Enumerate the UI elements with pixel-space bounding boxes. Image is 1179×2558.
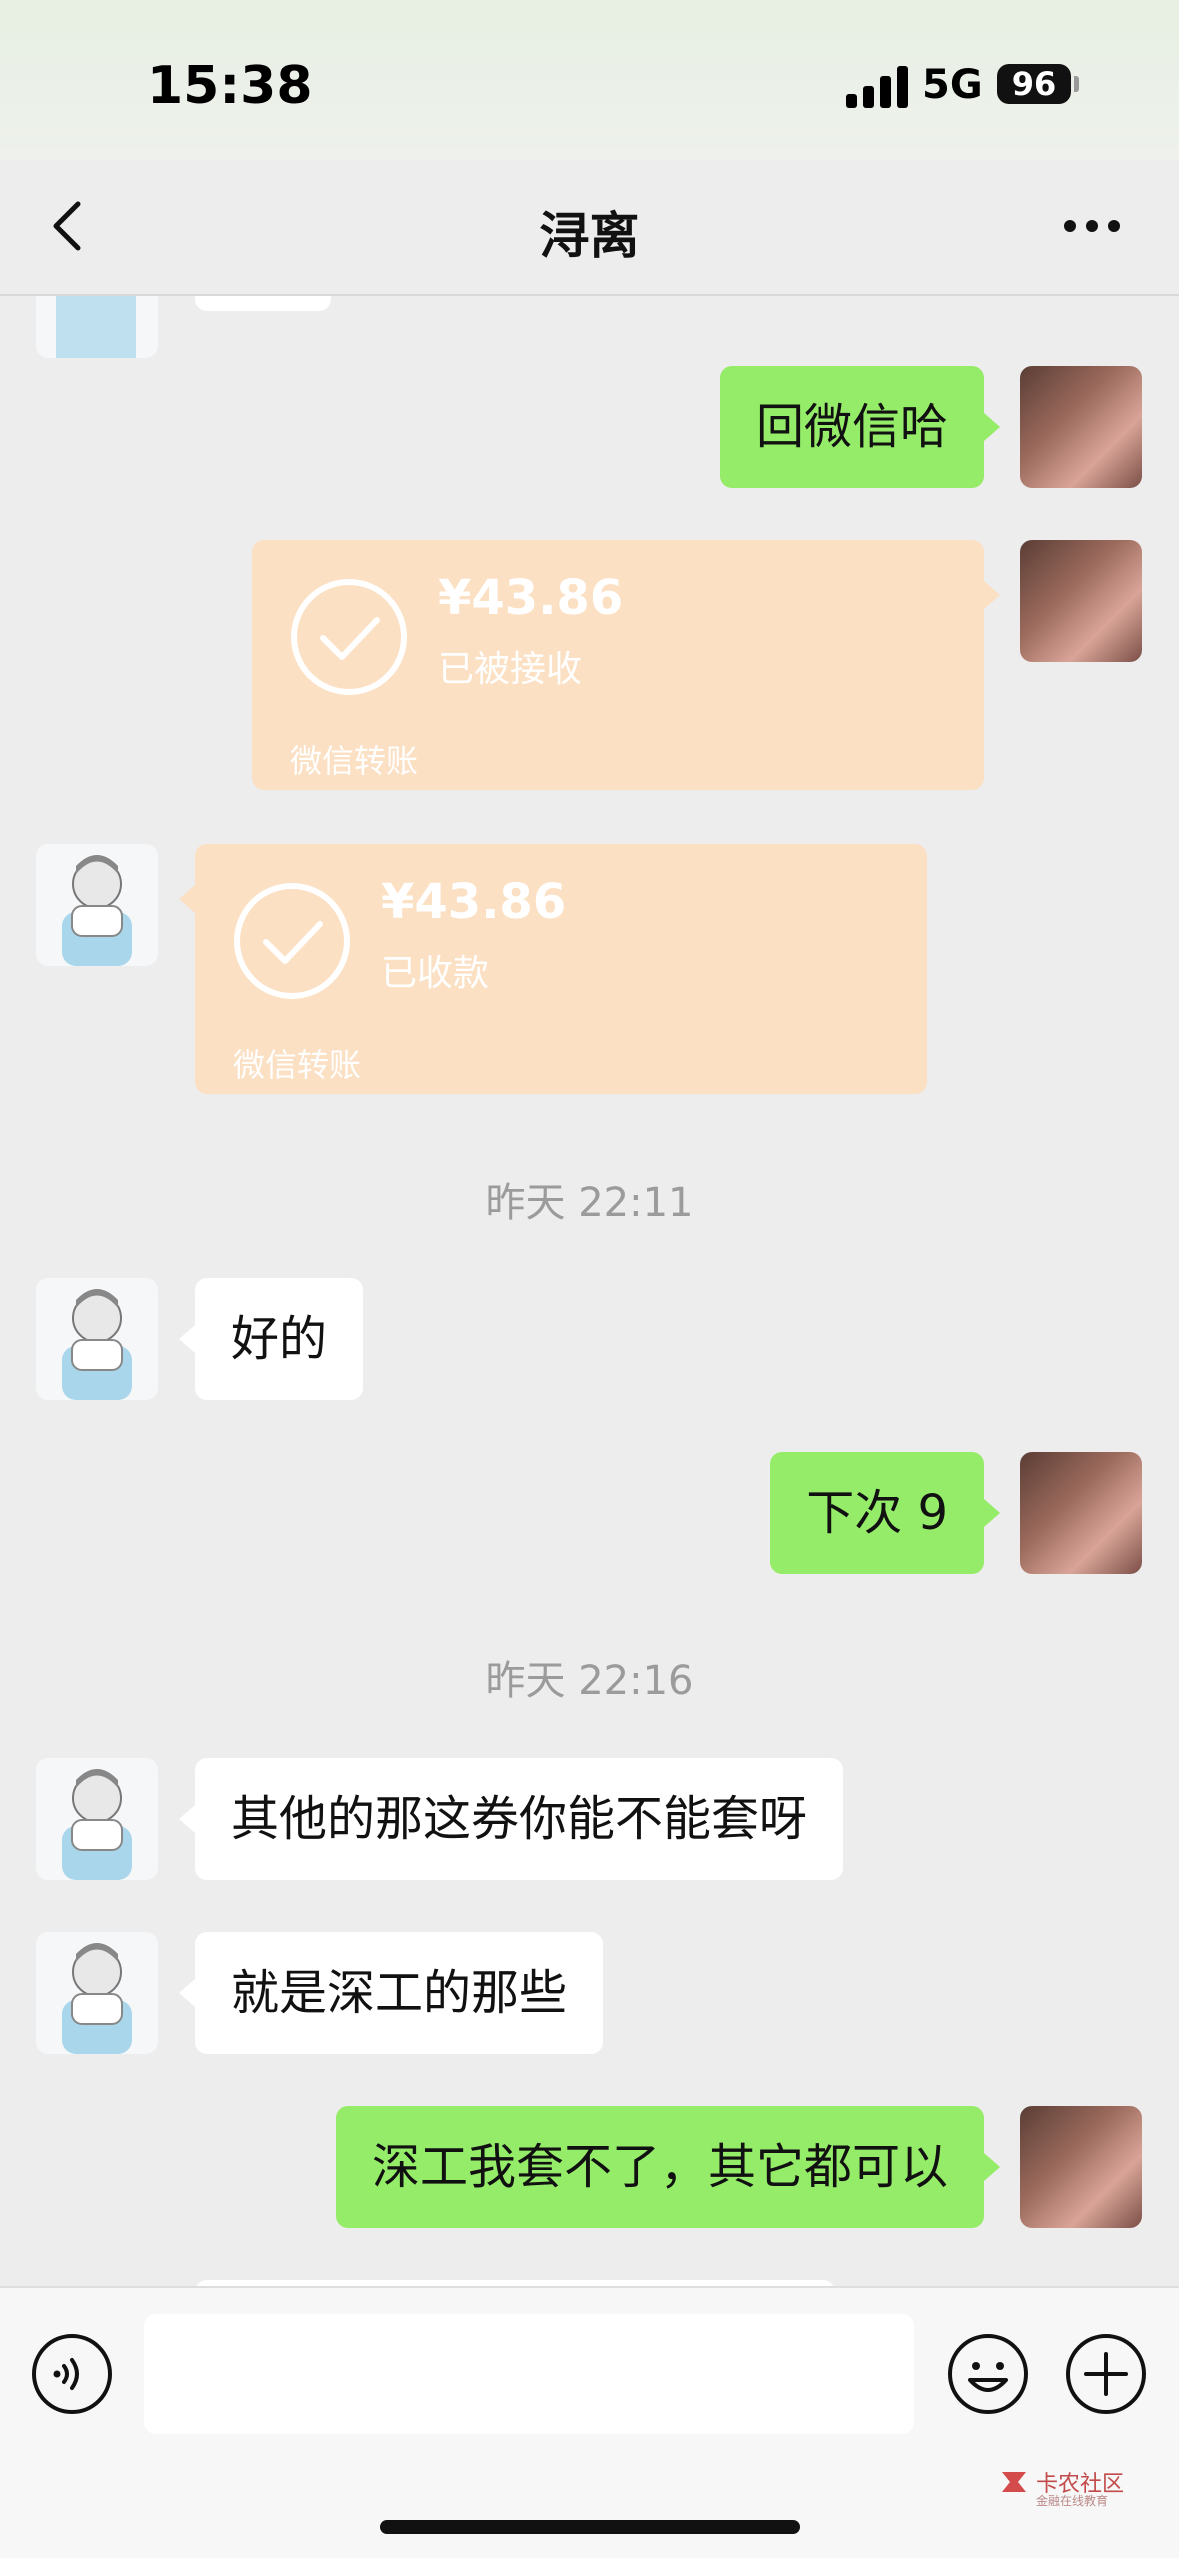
received-message[interactable]: 其他的那这券你能不能套呀 — [195, 1758, 844, 1880]
sent-message[interactable]: 下次 9 — [770, 1452, 984, 1574]
my-avatar[interactable] — [1020, 540, 1142, 662]
chat-messages[interactable]: 回微信哈 ¥43.86 已被接收 微信转账 ¥43.86 已收款 微信转账 昨天… — [0, 296, 1179, 2286]
emoji-icon[interactable] — [946, 2332, 1030, 2416]
bubble-tail — [984, 413, 1000, 441]
watermark: 卡农社区 金融在线教育 — [998, 2466, 1128, 2510]
my-avatar[interactable] — [1020, 1452, 1142, 1574]
network-type: 5G — [922, 62, 983, 108]
status-bar: 15:38 5G 96 — [0, 0, 1179, 160]
transfer-card-received[interactable]: ¥43.86 已收款 微信转账 — [195, 844, 927, 1094]
checkmark-circle-icon — [234, 883, 350, 999]
bubble-tail — [984, 2153, 1000, 2181]
transfer-card-sent[interactable]: ¥43.86 已被接收 微信转账 — [252, 540, 984, 790]
contact-avatar[interactable] — [36, 844, 158, 966]
contact-avatar[interactable] — [36, 1932, 158, 2054]
transfer-amount: ¥43.86 — [438, 570, 624, 626]
input-bar: 卡农社区 金融在线教育 — [0, 2286, 1179, 2558]
bubble-tail — [179, 1325, 195, 1353]
sent-message[interactable]: 深工我套不了，其它都可以 — [335, 2106, 984, 2228]
contact-avatar[interactable] — [36, 1758, 158, 1880]
transfer-status: 已收款 — [381, 953, 490, 994]
checkmark-circle-icon — [291, 579, 407, 695]
message-bubble-partial[interactable] — [195, 296, 331, 311]
bubble-tail — [984, 581, 1000, 609]
battery-icon: 96 — [997, 64, 1071, 104]
bubble-tail — [984, 1499, 1000, 1527]
my-avatar[interactable] — [1020, 366, 1142, 488]
plus-icon[interactable] — [1064, 2332, 1148, 2416]
chat-title: 浔离 — [539, 207, 640, 265]
battery-tip — [1074, 76, 1079, 92]
timestamp: 昨天 22:16 — [485, 1658, 694, 1704]
message-input[interactable] — [144, 2314, 914, 2434]
received-message[interactable]: 就是深工的那些 — [195, 1932, 604, 2054]
status-time: 15:38 — [147, 56, 313, 116]
bubble-tail — [179, 1979, 195, 2007]
sent-message[interactable]: 回微信哈 — [719, 366, 984, 488]
more-options-icon[interactable] — [1064, 216, 1124, 236]
transfer-amount: ¥43.86 — [381, 874, 567, 930]
watermark-logo-icon — [1002, 2472, 1026, 2492]
contact-avatar[interactable] — [36, 1278, 158, 1400]
my-avatar[interactable] — [1020, 2106, 1142, 2228]
voice-input-icon[interactable] — [30, 2332, 114, 2416]
bubble-tail — [179, 1805, 195, 1833]
transfer-label: 微信转账 — [290, 742, 419, 780]
transfer-label: 微信转账 — [233, 1046, 362, 1084]
timestamp: 昨天 22:11 — [485, 1180, 694, 1226]
signal-icon — [846, 64, 908, 108]
received-message[interactable]: 好的 — [195, 1278, 364, 1400]
contact-avatar[interactable] — [36, 296, 158, 358]
bubble-tail — [179, 885, 195, 913]
transfer-status: 已被接收 — [438, 649, 583, 690]
watermark-subtext: 金融在线教育 — [1036, 2494, 1109, 2508]
nav-bar: 浔离 — [0, 160, 1179, 296]
home-indicator[interactable] — [380, 2520, 800, 2534]
